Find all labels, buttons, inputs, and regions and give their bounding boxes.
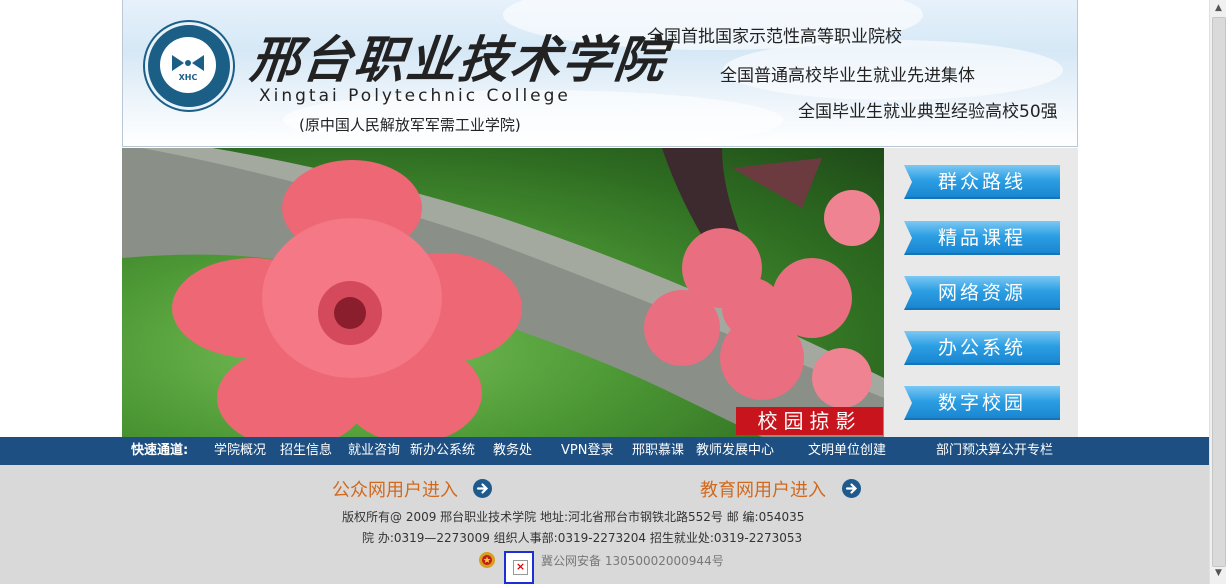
public-network-entry-link[interactable]: 公众网用户进入: [332, 476, 458, 502]
scroll-down-icon[interactable]: ▼: [1212, 566, 1225, 580]
quick-link-panel: 群众路线 精品课程 网络资源 办公系统 数字校园: [884, 148, 1078, 437]
nav-mooc[interactable]: 邢职慕课: [632, 437, 684, 465]
nav-academic-affairs[interactable]: 教务处: [493, 437, 532, 465]
honor-line-3: 全国毕业生就业典型经验高校50强: [798, 102, 1058, 122]
edu-entry-arrow-icon[interactable]: [842, 479, 861, 498]
college-former-name: (原中国人民解放军军需工业学院): [299, 116, 521, 134]
quick-nav-bar: 快速通道: 学院概况 招生信息 就业咨询 新办公系统 教务处 VPN登录 邢职慕…: [0, 437, 1209, 465]
vertical-scrollbar[interactable]: ▲ ▼: [1209, 0, 1226, 584]
digital-campus-button[interactable]: 数字校园: [904, 386, 1060, 420]
scroll-up-icon[interactable]: ▲: [1212, 1, 1225, 15]
nav-admissions[interactable]: 招生信息: [280, 437, 332, 465]
office-system-button[interactable]: 办公系统: [904, 331, 1060, 365]
logo-mark-icon: [172, 55, 204, 71]
quality-courses-button[interactable]: 精品课程: [904, 221, 1060, 255]
police-emblem-icon[interactable]: [478, 551, 496, 569]
nav-new-office-system[interactable]: 新办公系统: [410, 437, 475, 465]
public-entry-arrow-icon[interactable]: [473, 479, 492, 498]
public-security-record-link[interactable]: 冀公网安备 13050002000944号: [541, 552, 724, 569]
nav-teacher-development[interactable]: 教师发展中心: [696, 437, 774, 465]
broken-image-icon[interactable]: ×: [504, 551, 534, 584]
nav-vpn-login[interactable]: VPN登录: [561, 437, 613, 465]
mass-line-button[interactable]: 群众路线: [904, 165, 1060, 199]
honor-line-1: 全国首批国家示范性高等职业院校: [647, 27, 902, 47]
scrollbar-thumb[interactable]: [1212, 17, 1226, 567]
college-chinese-name: 邢台职业技术学院: [247, 30, 670, 89]
site-header: XHC 邢台职业技术学院 Xingtai Polytechnic College…: [122, 0, 1078, 147]
campus-photo-banner[interactable]: 校园掠影: [122, 148, 884, 437]
quick-nav-heading: 快速通道:: [131, 443, 189, 458]
blossom-photo-illustration: [122, 148, 884, 437]
edu-network-entry-link[interactable]: 教育网用户进入: [700, 476, 826, 502]
copyright-address-line: 版权所有@ 2009 邢台职业技术学院 地址:河北省邢台市钢铁北路552号 邮 …: [342, 510, 805, 524]
college-english-name: Xingtai Polytechnic College: [259, 86, 571, 106]
college-logo[interactable]: XHC: [145, 22, 233, 110]
network-resources-button[interactable]: 网络资源: [904, 276, 1060, 310]
nav-college-overview[interactable]: 学院概况: [214, 437, 266, 465]
honor-line-2: 全国普通高校毕业生就业先进集体: [720, 66, 975, 86]
nav-employment[interactable]: 就业咨询: [348, 437, 400, 465]
contact-phones-line: 院 办:0319—2273009 组织人事部:0319-2273204 招生就业…: [362, 531, 803, 545]
nav-budget-disclosure[interactable]: 部门预决算公开专栏: [936, 437, 1053, 465]
nav-civilized-unit[interactable]: 文明单位创建: [808, 437, 886, 465]
campus-gallery-label[interactable]: 校园掠影: [736, 407, 883, 435]
logo-text: XHC: [178, 73, 198, 82]
